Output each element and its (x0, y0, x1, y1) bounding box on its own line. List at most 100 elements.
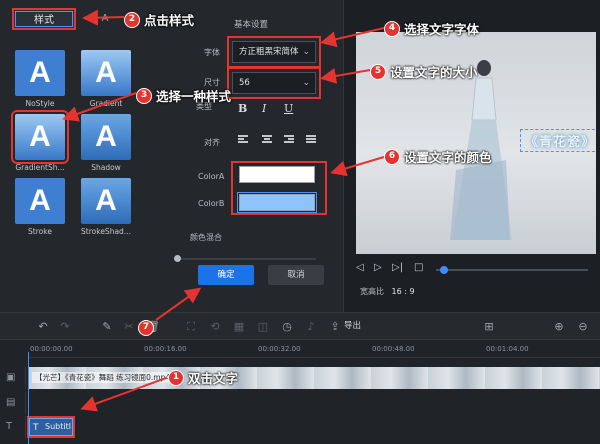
font-dropdown-value: 方正粗黑宋简体 (239, 47, 299, 57)
stop-icon[interactable]: □ (414, 262, 423, 273)
annotation-1-text: 双击文字 (188, 371, 239, 386)
preview-scrubber-handle[interactable] (440, 266, 448, 274)
edit-icon[interactable]: ✎ (100, 320, 114, 334)
style-tile-stroke[interactable]: A Stroke (12, 178, 68, 236)
ruler-tick: 00:01:04.00 (486, 345, 529, 353)
style-tile-label: Stroke (28, 227, 52, 236)
mosaic-icon[interactable]: ▦ (232, 320, 246, 334)
italic-button[interactable]: I (262, 102, 266, 115)
playhead[interactable] (28, 352, 29, 444)
blend-slider-track[interactable] (176, 258, 316, 260)
blend-slider-handle[interactable] (174, 255, 181, 262)
font-dropdown[interactable]: 方正粗黑宋简体 ⌄ (227, 36, 321, 68)
color-b-label: ColorB (198, 199, 225, 208)
ruler-tick: 00:00:16.00 (144, 345, 187, 353)
mic-icon[interactable]: ♪ (304, 320, 318, 334)
step-forward-icon[interactable]: ▷| (392, 262, 403, 273)
zoom-out-icon[interactable]: ⊖ (576, 320, 590, 334)
section-title: 基本设置 (234, 20, 269, 30)
text-settings-panel: 基本设置 字体 方正粗黑宋简体 ⌄ 尺寸 56 ⌄ 类型 B I U 对齐 Co… (174, 0, 344, 312)
style-tile-nostyle[interactable]: A NoStyle (12, 50, 68, 108)
align-label: 对齐 (204, 138, 220, 147)
duration-icon[interactable]: ◷ (280, 320, 294, 334)
overlay-track-icon: ▤ (6, 397, 16, 408)
annotation-6: 6 设置文字的颜色 (384, 147, 492, 166)
align-right-icon[interactable] (284, 135, 294, 145)
playback-controls: ◁ ▷ ▷| □ (356, 262, 596, 278)
blend-label: 颜色混合 (190, 233, 222, 242)
size-dropdown-value: 56 (239, 78, 250, 88)
color-b-swatch[interactable] (237, 192, 317, 213)
annotation-3-text: 选择一种样式 (156, 89, 232, 104)
timeline: 00:00:00.00 00:00:16.00 00:00:32.00 00:0… (0, 340, 600, 444)
style-tile-label: StrokeShad... (81, 227, 131, 236)
annotation-5-text: 设置文字的大小 (390, 65, 478, 80)
style-tile-label: NoStyle (25, 99, 55, 108)
annotation-3-number: 3 (136, 87, 152, 104)
style-preview-glyph: A (15, 50, 65, 96)
editor-window: 样式 A A NoStyle A Gradient A GradientSh..… (0, 0, 600, 444)
rotate-icon[interactable]: ⟲ (208, 320, 222, 334)
style-tile-gradientshadow[interactable]: A GradientSh... (11, 110, 69, 172)
color-a-swatch[interactable] (239, 166, 315, 183)
style-tile-gradient[interactable]: A Gradient (78, 50, 134, 108)
style-preview-glyph: A (81, 178, 131, 224)
text-track-icon: T (6, 421, 13, 432)
tab-style[interactable]: 样式 (12, 8, 76, 30)
aspect-label: 宽高比 (360, 287, 384, 296)
style-tile-shadow[interactable]: A Shadow (78, 114, 134, 172)
underline-button[interactable]: U (284, 102, 293, 115)
annotation-7-number: 7 (138, 320, 154, 336)
color-a-label: ColorA (198, 172, 225, 181)
style-tile-label: Gradient (89, 99, 123, 108)
annotation-4-number: 4 (384, 20, 400, 37)
style-preview-glyph: A (81, 50, 131, 96)
timeline-toolbar: ↶ ↷ ✎ ✂ 🗑 ⛶ ⟲ ▦ ◫ ◷ ♪ ⇪ 导出 ⊕ ⊖ ⊞ (0, 312, 600, 340)
subtitle-caption[interactable]: 《青花瓷》 (520, 129, 596, 152)
font-label: 字体 (204, 48, 220, 57)
annotation-5: 5 设置文字的大小 (370, 62, 478, 81)
video-clip-label: 【光芒】《青花瓷》舞蹈 练习镜面0.mp4 (32, 372, 174, 383)
ruler-tick: 00:00:48.00 (372, 345, 415, 353)
bold-button[interactable]: B (238, 102, 247, 115)
aspect-value: 16 : 9 (391, 287, 415, 296)
size-dropdown[interactable]: 56 ⌄ (227, 67, 321, 99)
export-icon[interactable]: ⇪ (328, 320, 342, 334)
zoom-in-icon[interactable]: ⊕ (552, 320, 566, 334)
aspect-ratio: 宽高比 16 : 9 (360, 286, 415, 297)
chevron-down-icon: ⌄ (302, 78, 310, 88)
style-tile-strokeshadow[interactable]: A StrokeShad... (78, 178, 134, 236)
preview-scrubber[interactable] (436, 269, 588, 271)
crop-icon[interactable]: ⛶ (184, 320, 198, 334)
align-center-icon[interactable] (262, 135, 272, 145)
tab-animation[interactable]: A (80, 8, 130, 30)
align-left-icon[interactable] (238, 135, 248, 145)
annotation-3: 3 选择一种样式 (136, 86, 231, 105)
play-icon[interactable]: ▷ (374, 262, 382, 273)
annotation-7: 7 (138, 320, 158, 336)
annotation-6-text: 设置文字的颜色 (404, 150, 492, 165)
style-panel: 样式 A A NoStyle A Gradient A GradientSh..… (0, 0, 176, 312)
time-ruler[interactable]: 00:00:00.00 00:00:16.00 00:00:32.00 00:0… (28, 340, 600, 358)
style-preview-glyph: A (81, 114, 131, 160)
subtitle-clip[interactable]: T Subtitl (27, 416, 75, 438)
confirm-button[interactable]: 确定 (198, 265, 254, 285)
align-justify-icon[interactable] (306, 135, 316, 145)
export-button[interactable]: 导出 (344, 319, 361, 331)
freeze-frame-icon[interactable]: ◫ (256, 320, 270, 334)
style-preview-glyph: A (11, 110, 69, 164)
undo-icon[interactable]: ↶ (36, 320, 50, 334)
step-back-icon[interactable]: ◁ (356, 262, 364, 273)
annotation-2: 2 点击样式 (124, 10, 194, 29)
redo-icon[interactable]: ↷ (58, 320, 72, 334)
annotation-4-text: 选择文字字体 (404, 22, 480, 37)
annotation-4: 4 选择文字字体 (384, 19, 479, 38)
fit-icon[interactable]: ⊞ (482, 320, 496, 334)
ruler-tick: 00:00:00.00 (30, 345, 73, 353)
annotation-2-number: 2 (124, 11, 140, 28)
chevron-down-icon: ⌄ (302, 47, 310, 57)
cut-icon[interactable]: ✂ (122, 320, 136, 334)
video-clip[interactable]: 【光芒】《青花瓷》舞蹈 练习镜面0.mp4 (29, 367, 600, 389)
cancel-button[interactable]: 取消 (268, 265, 324, 285)
style-preview-glyph: A (15, 178, 65, 224)
